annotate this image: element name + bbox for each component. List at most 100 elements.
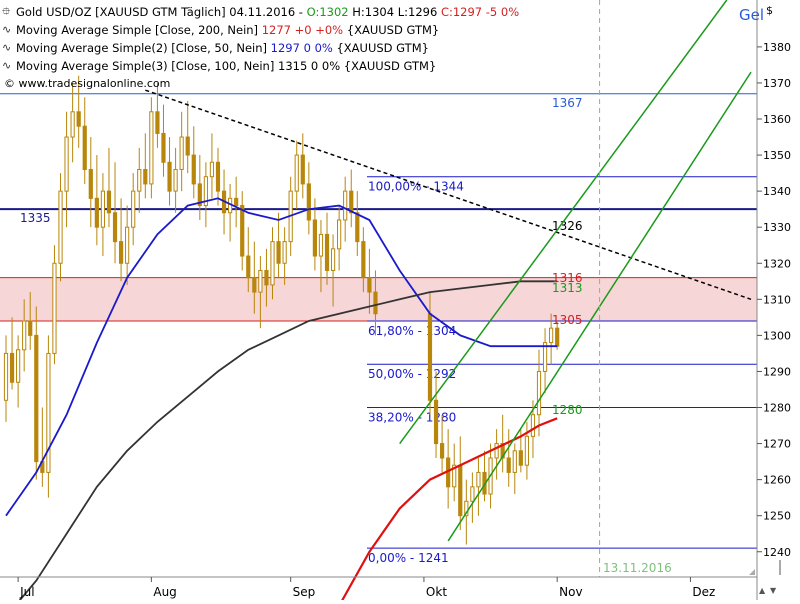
- candle-body: [234, 197, 239, 207]
- candle-body: [155, 111, 160, 134]
- ma200-desc: Moving Average Simple [Close, 200, Nein]: [16, 23, 259, 37]
- legend-ma100-row: ∿ Moving Average Simple(3) [Close, 100, …: [2, 57, 519, 75]
- y-tick-label: 1240: [763, 546, 791, 559]
- candle-body: [361, 241, 366, 279]
- ma50-source: {XAUUSD GTM}: [336, 41, 429, 55]
- x-tick-label: Nov: [559, 585, 582, 599]
- candle-body: [94, 197, 99, 228]
- y-tick-label: 1310: [763, 293, 791, 306]
- ohlc-readout: 04.11.2016 - O:1302 H:1304 L:1296 C:1297…: [229, 5, 520, 19]
- moving-average-line: [5, 197, 558, 517]
- y-tick-label: 1330: [763, 221, 791, 234]
- candle-body: [330, 248, 336, 271]
- candle-body: [173, 168, 178, 192]
- candle-body: [191, 154, 196, 185]
- y-tick-label: 1270: [763, 438, 791, 451]
- y-tick-label: 1260: [763, 474, 791, 487]
- candle-body: [294, 154, 299, 192]
- candle-body: [355, 212, 360, 243]
- candle-body: [82, 125, 87, 170]
- high-value: H:1304: [352, 5, 395, 19]
- candle-body: [125, 226, 130, 264]
- candle-body: [427, 313, 433, 401]
- x-tick-label: Aug: [153, 585, 176, 599]
- line-icon: ∿: [2, 23, 12, 36]
- price-chart: 1367 1335 100,00% - 1344 61,80% - 1304 50,0…: [0, 0, 791, 604]
- fib-label: 38,20% - 1280: [368, 411, 456, 425]
- ma50-value: 1297 0 0%: [270, 41, 333, 55]
- candle-body: [131, 190, 136, 228]
- candle-body: [439, 443, 445, 459]
- candle-body: [264, 269, 269, 286]
- x-tick-label: Okt: [426, 585, 447, 599]
- candle-body: [209, 161, 215, 178]
- candle-body: [185, 136, 190, 156]
- y-tick-label: 1380: [763, 41, 791, 54]
- candle-body: [300, 154, 305, 185]
- candle-body: [252, 277, 257, 293]
- candle-body: [76, 111, 81, 127]
- candle-body: [246, 255, 251, 279]
- candle-body: [276, 241, 281, 264]
- moving-average-line: [15, 280, 558, 604]
- candle-body: [373, 291, 378, 315]
- candle-body: [433, 399, 439, 445]
- close-value: C:1297 -5 0%: [440, 5, 520, 19]
- ma100-value: 1315 0 0%: [278, 59, 341, 73]
- y-tick-label: 1320: [763, 257, 791, 270]
- candle-body: [530, 414, 536, 437]
- moving-averages: [5, 197, 558, 604]
- gel-label: Gel: [738, 6, 764, 24]
- candle-body: [64, 136, 69, 192]
- price-annotation: 1313: [552, 281, 583, 295]
- candle-body: [16, 349, 21, 383]
- y-tick-label: 1290: [763, 365, 791, 378]
- candle-body: [215, 161, 221, 192]
- candle-body: [70, 111, 75, 138]
- line-icon: ∿: [2, 59, 12, 72]
- candle-body: [88, 168, 93, 199]
- resistance-zone: [0, 277, 757, 322]
- candle-body: [458, 464, 463, 517]
- line-icon: ∿: [2, 41, 12, 54]
- candle-body: [58, 190, 63, 264]
- candle-body: [506, 457, 511, 473]
- ma100-desc: Moving Average Simple(3) [Close, 100, Ne…: [16, 59, 275, 73]
- y-tick-label: 1350: [763, 149, 791, 162]
- ma200-value: 1277 +0 +0%: [261, 23, 344, 37]
- open-value: O:1302: [306, 5, 349, 19]
- candle-body: [258, 269, 263, 293]
- legend-ma200-row: ∿ Moving Average Simple [Close, 200, Nei…: [2, 21, 519, 39]
- candle-body: [512, 450, 517, 473]
- candle-body: [349, 190, 354, 214]
- candle-body: [536, 370, 542, 416]
- candle-body: [367, 277, 372, 293]
- y-tick-label: 1360: [763, 113, 791, 126]
- fib-label: 100,00% - 1344: [368, 180, 464, 194]
- resize-grip-icon: [749, 569, 755, 575]
- candle-body: [318, 233, 324, 257]
- price-annotation: 13.11.2016: [603, 561, 672, 575]
- chart-area[interactable]: 1367 1335 100,00% - 1344 61,80% - 1304 50,0…: [0, 0, 800, 604]
- candle-body: [34, 334, 39, 463]
- candle-icon: ⯐: [2, 5, 11, 18]
- candle-body: [282, 241, 287, 264]
- candle-body: [179, 136, 184, 170]
- x-tick-label: Sep: [293, 585, 316, 599]
- candle-body: [118, 241, 124, 264]
- legend-symbol-row: ⯐ Gold USD/OZ [XAUUSD GTM Täglich] 04.11…: [2, 3, 519, 21]
- candle-body: [494, 443, 499, 459]
- bar-date: 04.11.2016: [229, 5, 296, 19]
- candle-body: [167, 161, 172, 192]
- candle-body: [149, 111, 154, 185]
- candle-body: [555, 327, 560, 347]
- fib-label: 50,00% - 1292: [368, 367, 456, 381]
- ma50-desc: Moving Average Simple(2) [Close, 50, Nei…: [16, 41, 268, 55]
- candle-body: [324, 233, 330, 271]
- level-label: 1367: [552, 96, 583, 110]
- fib-label: 0,00% - 1241: [368, 551, 449, 565]
- chart-legend: ⯐ Gold USD/OZ [XAUUSD GTM Täglich] 04.11…: [2, 3, 519, 75]
- candle-body: [106, 190, 112, 214]
- candle-body: [22, 320, 27, 351]
- candle-body: [240, 205, 245, 257]
